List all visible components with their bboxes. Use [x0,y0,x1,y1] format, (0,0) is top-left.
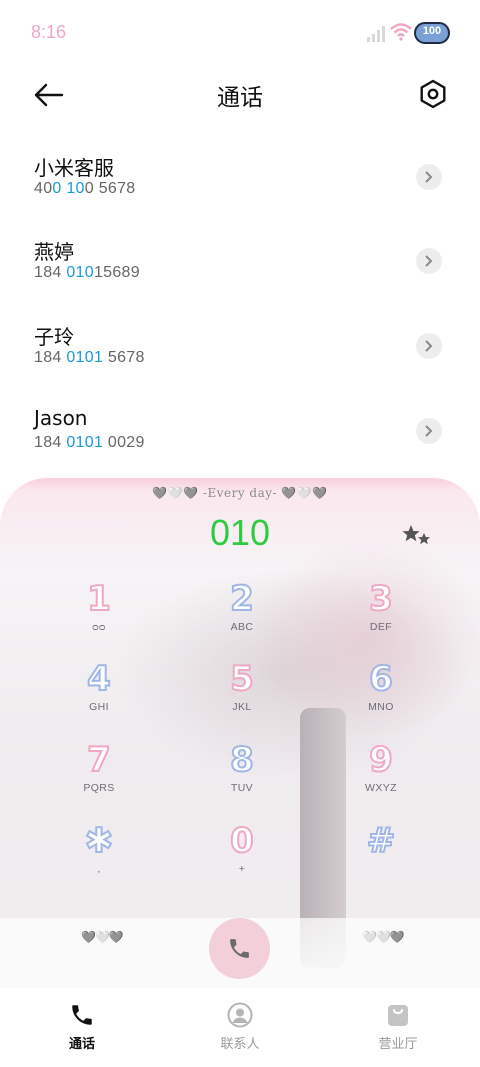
contact-row[interactable]: 子玲 184 0101 5678 [0,321,480,405]
contact-name: 子玲 [34,325,74,349]
key-8[interactable]: 8 TUV [182,740,302,811]
shopping-bag-icon [388,1005,408,1026]
bottom-nav: 通话 联系人 营业厅 [0,988,480,1067]
phone-icon [230,939,249,958]
key-5[interactable]: 5 JKL [182,659,302,730]
key-3[interactable]: 3 DEF [321,579,441,650]
key-2[interactable]: 2 ABC [182,579,302,650]
nav-contacts[interactable]: 联系人 [180,988,300,1067]
contact-number: 184 0101 5678 [34,349,145,366]
wifi-icon [390,23,412,41]
hearts-decoration-left: 🩶🤍🩶 [81,930,124,944]
voicemail-icon: ᴑᴑ [92,621,106,633]
contact-number: 400 100 5678 [34,180,136,197]
call-button[interactable] [209,918,270,979]
battery-icon: 100 [414,22,450,44]
nav-contacts-label: 联系人 [220,1037,260,1052]
chevron-right-icon[interactable] [416,333,442,359]
contact-number: 184 0101 0029 [34,434,145,451]
contact-name: 燕婷 [34,240,74,264]
battery-level: 100 [422,25,442,37]
nav-service-hall[interactable]: 营业厅 [338,988,458,1067]
key-1[interactable]: 1 ᴑᴑ [39,579,159,650]
status-bar: 8:16 100 [0,0,480,68]
key-0[interactable]: 0 + [182,821,302,892]
nav-service-hall-label: 营业厅 [378,1037,418,1052]
nav-calls-label: 通话 [68,1037,95,1052]
contact-name: 小米客服 [34,156,114,180]
chevron-right-icon[interactable] [416,248,442,274]
key-7[interactable]: 7 PQRS [39,740,159,811]
nav-calls[interactable]: 通话 [22,988,142,1067]
stars-icon[interactable] [402,524,432,548]
chevron-right-icon[interactable] [416,418,442,444]
contact-row[interactable]: 燕婷 184 01015689 [0,236,480,320]
dialer-banner: 🩶🤍🩶 -Every day- 🩶🤍🩶 [152,486,328,500]
key-star[interactable]: ✱, [39,821,159,892]
status-time: 8:16 [31,22,67,42]
key-6[interactable]: 6 MNO [321,659,441,730]
page-title: 通话 [217,85,263,111]
contact-row[interactable]: 小米客服 400 100 5678 [0,152,480,236]
settings-icon[interactable] [418,79,448,109]
contact-name: Jason [34,406,88,430]
chevron-right-icon[interactable] [416,164,442,190]
hearts-decoration-right: 🤍🤍🩶 [362,930,405,944]
person-icon [227,1002,253,1028]
contact-number: 184 01015689 [34,264,140,281]
key-hash[interactable]: # [321,821,441,892]
key-9[interactable]: 9 WXYZ [321,740,441,811]
signal-icon [367,26,385,42]
key-4[interactable]: 4 GHI [39,659,159,730]
phone-icon [72,1005,92,1025]
dialer-panel: 🩶🤍🩶 -Every day- 🩶🤍🩶 010 1 ᴑᴑ 2 ABC 3 DEF 4G… [0,478,480,988]
